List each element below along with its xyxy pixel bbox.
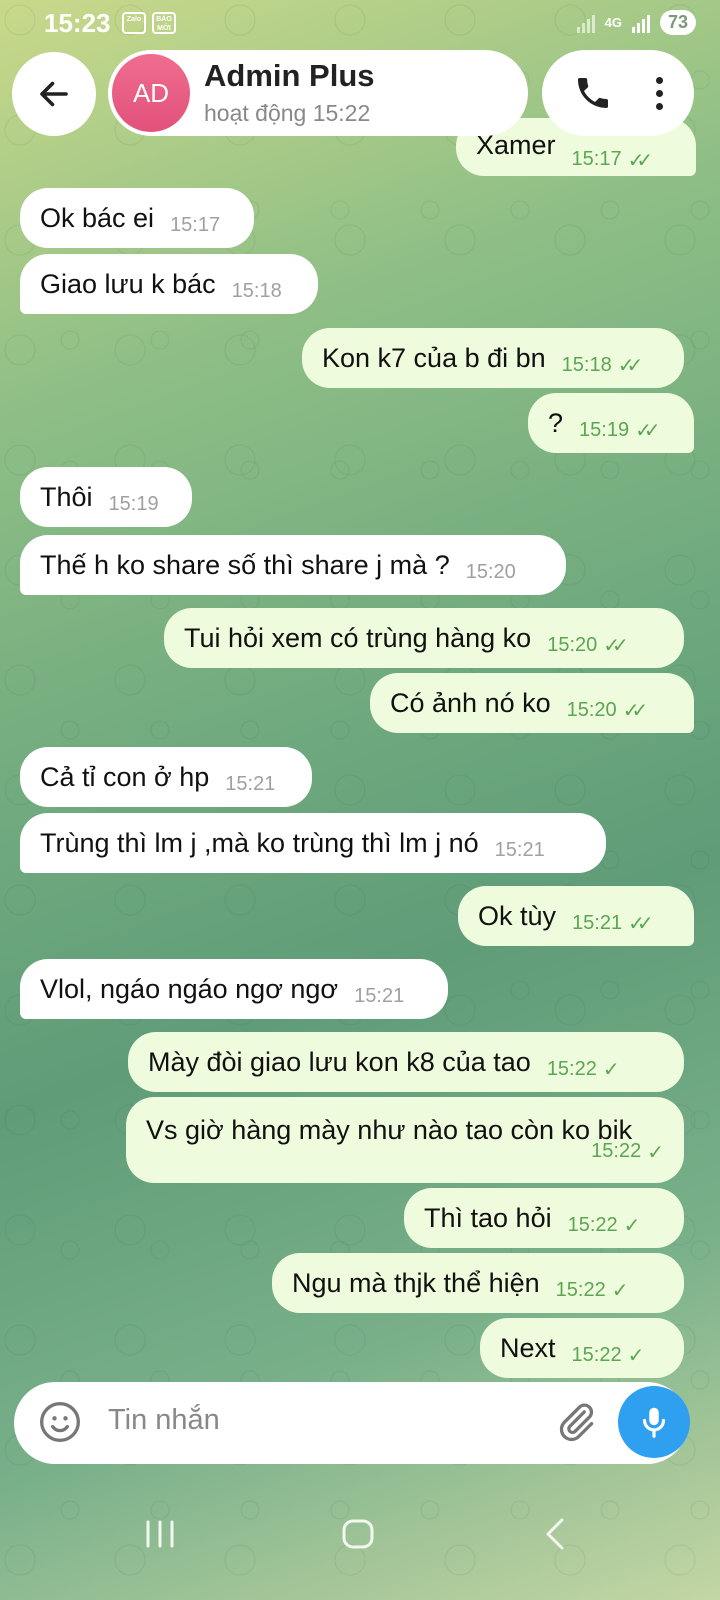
home-icon[interactable] [340, 1516, 376, 1552]
zalo-notification-icon: Zalo [122, 12, 146, 34]
message-composer: Tin nhắn [14, 1382, 688, 1464]
battery-icon: 73 [659, 10, 696, 35]
message-text: Giao lưu k bác [40, 268, 216, 299]
check-icon: ✓ [602, 1058, 620, 1081]
system-nav-bar [0, 1488, 720, 1600]
network-type: 4G [604, 15, 622, 30]
message-bubble[interactable]: Vs giờ hàng mày như nào tao còn ko bik 1… [126, 1097, 684, 1183]
message-bubble[interactable]: Thế h ko share số thì share j mà ? 15:20 [20, 535, 566, 595]
message-time: 15:19 [579, 418, 630, 441]
double-check-icon: ✓✓ [622, 699, 648, 722]
message-bubble[interactable]: Kon k7 của b đi bn 15:18 ✓✓ [302, 328, 684, 388]
baomoi-notification-icon: BÁO MỚI [152, 12, 176, 34]
message-text: Vs giờ hàng mày như nào tao còn ko bik [146, 1115, 633, 1145]
message-bubble[interactable]: Vlol, ngáo ngáo ngơ ngơ 15:21 [20, 959, 448, 1019]
microphone-icon [642, 1407, 666, 1438]
message-text: Next [500, 1332, 556, 1363]
double-check-icon: ✓✓ [603, 634, 628, 657]
message-bubble[interactable]: Next 15:22 ✓ [480, 1318, 684, 1378]
header-actions [542, 50, 694, 136]
status-bar: 15:23 Zalo BÁO MỚI 4G 73 [0, 0, 720, 48]
back-button[interactable] [12, 52, 96, 136]
message-time: 15:17 [170, 213, 221, 236]
message-bubble[interactable]: ? 15:19 ✓✓ [528, 393, 694, 453]
message-text: Thôi [40, 481, 93, 512]
message-bubble[interactable]: Tui hỏi xem có trùng hàng ko 15:20 ✓✓ [164, 608, 684, 668]
voice-record-button[interactable] [618, 1386, 690, 1458]
message-time: 15:21 [494, 838, 545, 861]
check-icon: ✓ [627, 1344, 645, 1367]
paperclip-icon[interactable] [554, 1400, 598, 1444]
message-time: 15:22 [571, 1343, 622, 1366]
back-nav-icon[interactable] [540, 1516, 570, 1552]
message-bubble[interactable]: Ok bác ei 15:17 [20, 188, 254, 248]
message-text: Ok tùy [478, 900, 557, 931]
message-list[interactable]: Xamer 15:17 ✓✓ Ok bác ei 15:17 Giao lưu … [0, 0, 720, 1380]
message-time: 15:17 [571, 148, 622, 170]
message-input[interactable]: Tin nhắn [108, 1404, 220, 1437]
recent-apps-icon[interactable] [144, 1516, 176, 1552]
message-text: Có ảnh nó ko [390, 687, 551, 718]
double-check-icon: ✓✓ [628, 912, 653, 935]
message-text: Thế h ko share số thì share j mà ? [40, 549, 450, 580]
message-bubble[interactable]: Ok tùy 15:21 ✓✓ [458, 886, 694, 946]
message-text: Cả tỉ con ở hp [40, 761, 210, 792]
arrow-left-icon [40, 81, 68, 107]
contact-name: Admin Plus [204, 58, 375, 93]
double-check-icon: ✓✓ [617, 354, 643, 377]
message-bubble[interactable]: Thì tao hỏi 15:22 ✓ [404, 1188, 684, 1248]
message-time: 15:20 [547, 633, 598, 656]
emoji-icon[interactable] [38, 1400, 82, 1444]
message-time: 15:20 [566, 698, 617, 721]
message-bubble[interactable]: Giao lưu k bác 15:18 [20, 254, 318, 314]
check-icon: ✓ [647, 1142, 664, 1164]
message-text: Thì tao hỏi [424, 1202, 552, 1233]
message-time: 15:22 [567, 1213, 618, 1236]
contact-info[interactable]: AD Admin Plus hoạt động 15:22 [108, 50, 528, 136]
message-time: 15:22 [591, 1140, 642, 1162]
message-time: 15:21 [354, 984, 405, 1007]
check-icon: ✓ [623, 1214, 641, 1237]
message-time: 15:22 [546, 1057, 597, 1080]
message-text: Mày đòi giao lưu kon k8 của tao [148, 1046, 531, 1077]
message-text: Vlol, ngáo ngáo ngơ ngơ [40, 973, 339, 1004]
message-time: 15:21 [225, 772, 276, 795]
signal-icon [576, 13, 595, 33]
chat-header: AD Admin Plus hoạt động 15:22 [0, 50, 720, 138]
message-time: 15:22 [555, 1278, 606, 1301]
double-check-icon: ✓✓ [635, 419, 660, 442]
status-time: 15:23 [44, 8, 111, 38]
signal-icon [631, 13, 650, 33]
message-text: Ok bác ei [40, 202, 155, 233]
message-time: 15:21 [572, 911, 623, 934]
contact-status: hoạt động 15:22 [204, 100, 371, 126]
check-icon: ✓ [611, 1279, 629, 1302]
message-time: 15:19 [108, 492, 159, 515]
message-bubble[interactable]: Thôi 15:19 [20, 467, 192, 527]
message-text: Ngu mà thjk thể hiện [292, 1267, 540, 1298]
message-text: Trùng thì lm j ,mà ko trùng thì lm j nó [40, 827, 479, 858]
message-bubble[interactable]: Trùng thì lm j ,mà ko trùng thì lm j nó … [20, 813, 606, 873]
avatar[interactable]: AD [112, 54, 190, 132]
phone-icon[interactable] [573, 73, 613, 113]
message-text: Tui hỏi xem có trùng hàng ko [184, 622, 532, 653]
more-menu-icon[interactable] [655, 76, 663, 110]
message-time: 15:20 [465, 560, 516, 583]
message-bubble[interactable]: Ngu mà thjk thể hiện 15:22 ✓ [272, 1253, 684, 1313]
message-bubble[interactable]: Cả tỉ con ở hp 15:21 [20, 747, 312, 807]
message-time: 15:18 [561, 353, 612, 376]
message-bubble[interactable]: Có ảnh nó ko 15:20 ✓✓ [370, 673, 694, 733]
message-text: Kon k7 của b đi bn [322, 342, 546, 373]
message-bubble[interactable]: Mày đòi giao lưu kon k8 của tao 15:22 ✓ [128, 1032, 684, 1092]
message-text: ? [548, 407, 564, 438]
message-time: 15:18 [231, 279, 282, 302]
double-check-icon: ✓✓ [627, 150, 653, 172]
